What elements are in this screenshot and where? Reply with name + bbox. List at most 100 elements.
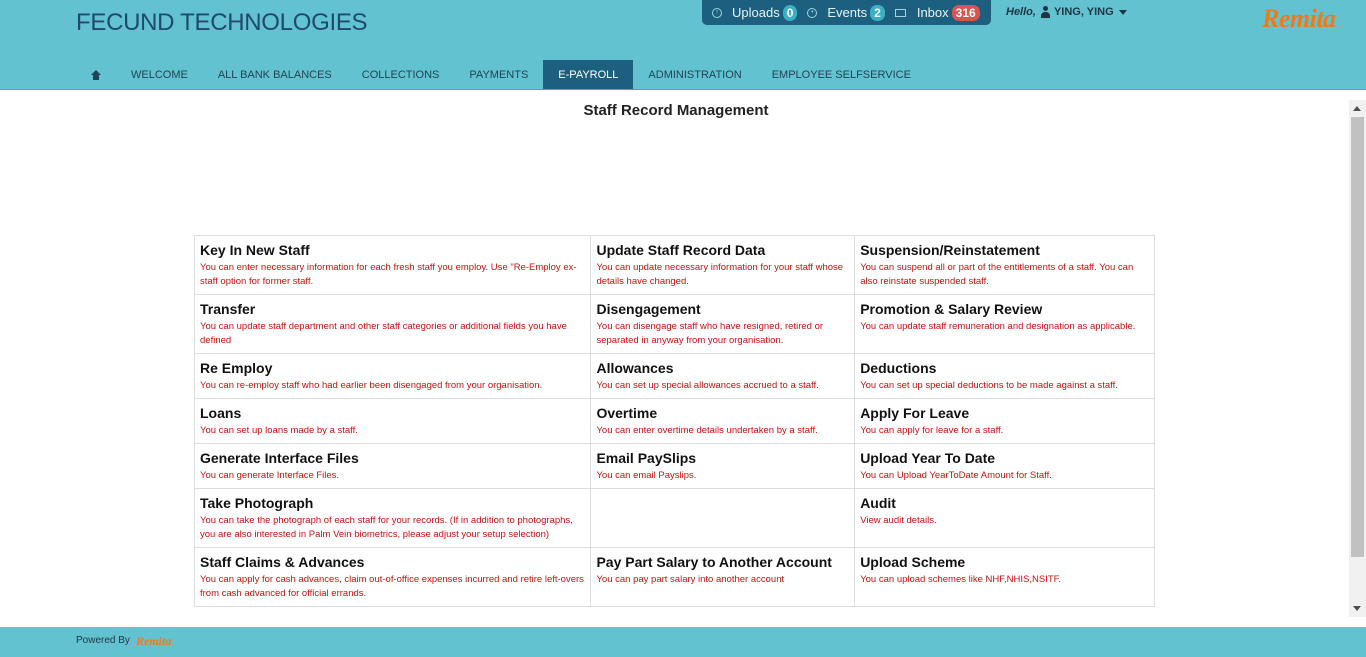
table-row: Staff Claims & Advances You can apply for… bbox=[193, 547, 1155, 607]
menu-cell[interactable]: Disengagement You can disengage staff who… bbox=[590, 294, 856, 354]
menu-item-title[interactable]: Upload Scheme bbox=[860, 554, 1149, 571]
menu-item-description: You can enter overtime details undertake… bbox=[596, 425, 818, 436]
nav-payments[interactable]: PAYMENTS bbox=[454, 60, 543, 89]
menu-item-title[interactable]: Promotion & Salary Review bbox=[860, 301, 1149, 318]
notification-bar: ↑ Uploads 0 • Events 2 Inbox 316 bbox=[702, 0, 991, 25]
menu-item-title[interactable]: Staff Claims & Advances bbox=[200, 554, 585, 571]
menu-item-title[interactable]: Deductions bbox=[860, 360, 1149, 377]
uploads-link[interactable]: ↑ Uploads 0 bbox=[712, 4, 798, 21]
user-menu[interactable]: Hello, YING, YING bbox=[1006, 6, 1127, 18]
menu-cell[interactable]: Deductions You can set up special deducti… bbox=[854, 353, 1155, 399]
menu-item-description: You can set up special allowances accrue… bbox=[596, 380, 819, 391]
menu-item-title[interactable]: Take Photograph bbox=[200, 495, 585, 512]
menu-item-title[interactable]: Email PaySlips bbox=[596, 450, 849, 467]
menu-cell[interactable]: Key In New Staff You can enter necessary … bbox=[193, 235, 592, 295]
scrollbar-thumb[interactable] bbox=[1351, 117, 1364, 557]
user-name: YING, YING bbox=[1053, 6, 1114, 18]
menu-item-description: You can set up special deductions to be … bbox=[860, 380, 1118, 391]
nav-employee-selfservice[interactable]: EMPLOYEE SELFSERVICE bbox=[757, 60, 926, 89]
menu-cell[interactable]: Loans You can set up loans made by a staf… bbox=[193, 398, 592, 444]
menu-cell[interactable]: Take Photograph You can take the photogra… bbox=[193, 488, 592, 548]
menu-item-description: You can enter necessary information for … bbox=[200, 262, 577, 287]
menu-cell[interactable]: Upload Year To Date You can Upload YearTo… bbox=[854, 443, 1155, 489]
menu-cell[interactable]: Re Employ You can re-employ staff who had… bbox=[193, 353, 592, 399]
menu-cell[interactable]: Allowances You can set up special allowan… bbox=[590, 353, 856, 399]
envelope-icon bbox=[894, 8, 906, 17]
scroll-down-icon[interactable] bbox=[1353, 606, 1361, 611]
powered-by-label: Powered By bbox=[76, 635, 130, 646]
menu-item-title[interactable]: Upload Year To Date bbox=[860, 450, 1149, 467]
brand-name: FECUND TECHNOLOGIES bbox=[76, 9, 368, 36]
menu-item-description: You can set up loans made by a staff. bbox=[200, 425, 358, 436]
menu-cell[interactable]: Staff Claims & Advances You can apply for… bbox=[193, 547, 592, 607]
upload-icon: ↑ bbox=[712, 7, 722, 18]
menu-cell[interactable]: Upload Scheme You can upload schemes like… bbox=[854, 547, 1155, 607]
menu-item-title[interactable]: Loans bbox=[200, 405, 585, 422]
vertical-scrollbar[interactable] bbox=[1349, 100, 1366, 617]
uploads-label: Uploads bbox=[732, 5, 780, 20]
nav-home[interactable] bbox=[76, 60, 116, 89]
nav-collections[interactable]: COLLECTIONS bbox=[347, 60, 455, 89]
menu-item-title[interactable]: Key In New Staff bbox=[200, 242, 585, 259]
menu-cell[interactable]: Update Staff Record Data You can update n… bbox=[590, 235, 856, 295]
table-row: Transfer You can update staff department … bbox=[193, 294, 1155, 354]
menu-item-description: You can re-employ staff who had earlier … bbox=[200, 380, 543, 391]
main-nav: WELCOME ALL BANK BALANCES COLLECTIONS PA… bbox=[76, 60, 926, 89]
remita-logo: Remita bbox=[1262, 4, 1336, 33]
nav-all-bank-balances[interactable]: ALL BANK BALANCES bbox=[203, 60, 347, 89]
home-icon bbox=[91, 69, 101, 80]
inbox-link[interactable]: Inbox 316 bbox=[894, 4, 980, 21]
menu-item-title[interactable]: Generate Interface Files bbox=[200, 450, 585, 467]
events-label: Events bbox=[827, 5, 868, 20]
menu-item-title[interactable]: Disengagement bbox=[596, 301, 849, 318]
menu-item-description: You can update necessary information for… bbox=[596, 262, 844, 287]
menu-item-title[interactable]: Allowances bbox=[596, 360, 849, 377]
menu-cell[interactable]: Generate Interface Files You can generate… bbox=[193, 443, 592, 489]
menu-cell[interactable]: Pay Part Salary to Another Account You ca… bbox=[590, 547, 856, 607]
menu-item-description: You can generate Interface Files. bbox=[200, 470, 340, 481]
menu-item-title[interactable]: Pay Part Salary to Another Account bbox=[596, 554, 849, 571]
menu-item-description: You can disengage staff who have resigne… bbox=[596, 321, 824, 346]
menu-item-title[interactable]: Audit bbox=[860, 495, 1149, 512]
menu-item-description: You can suspend all or part of the entit… bbox=[860, 262, 1134, 287]
menu-item-description: You can pay part salary into another acc… bbox=[596, 574, 785, 585]
menu-item-title[interactable]: Re Employ bbox=[200, 360, 585, 377]
table-row: Key In New Staff You can enter necessary … bbox=[193, 235, 1155, 295]
menu-cell[interactable]: Apply For Leave You can apply for leave f… bbox=[854, 398, 1155, 444]
menu-cell[interactable]: Suspension/Reinstatement You can suspend … bbox=[854, 235, 1155, 295]
menu-cell[interactable]: Email PaySlips You can email Payslips. bbox=[590, 443, 856, 489]
top-header: FECUND TECHNOLOGIES ↑ Uploads 0 • Events… bbox=[0, 0, 1366, 90]
menu-item-description: You can apply for cash advances, claim o… bbox=[200, 574, 584, 599]
menu-cell[interactable]: Audit View audit details. bbox=[854, 488, 1155, 548]
menu-item-description: You can upload schemes like NHF,NHIS,NSI… bbox=[860, 574, 1062, 585]
footer: Powered By Remita bbox=[0, 627, 1366, 657]
events-link[interactable]: • Events 2 bbox=[807, 4, 885, 21]
menu-cell[interactable]: Promotion & Salary Review You can update … bbox=[854, 294, 1155, 354]
table-row: Generate Interface Files You can generate… bbox=[193, 443, 1155, 489]
menu-item-description: You can apply for leave for a staff. bbox=[860, 425, 1004, 436]
menu-item-title[interactable]: Update Staff Record Data bbox=[596, 242, 849, 259]
clock-icon: • bbox=[807, 7, 818, 18]
nav-administration[interactable]: ADMINISTRATION bbox=[633, 60, 756, 89]
menu-item-title[interactable]: Transfer bbox=[200, 301, 585, 318]
table-row: Take Photograph You can take the photogra… bbox=[193, 488, 1155, 548]
menu-item-title[interactable]: Overtime bbox=[596, 405, 849, 422]
table-row: Re Employ You can re-employ staff who had… bbox=[193, 353, 1155, 399]
menu-item-title[interactable]: Apply For Leave bbox=[860, 405, 1149, 422]
nav-welcome[interactable]: WELCOME bbox=[116, 60, 203, 89]
nav-e-payroll[interactable]: E-PAYROLL bbox=[543, 60, 634, 89]
events-count-badge: 2 bbox=[870, 4, 885, 21]
scroll-up-icon[interactable] bbox=[1353, 106, 1361, 111]
menu-item-title[interactable]: Suspension/Reinstatement bbox=[860, 242, 1149, 259]
user-icon bbox=[1040, 6, 1051, 18]
uploads-count-badge: 0 bbox=[782, 4, 798, 21]
greeting: Hello, bbox=[1006, 6, 1036, 18]
menu-cell[interactable]: Overtime You can enter overtime details u… bbox=[590, 398, 856, 444]
menu-item-description: You can email Payslips. bbox=[596, 470, 697, 481]
menu-cell bbox=[590, 488, 856, 548]
caret-down-icon bbox=[1118, 9, 1127, 15]
menu-item-description: You can take the photograph of each staf… bbox=[200, 515, 573, 540]
table-row: Loans You can set up loans made by a staf… bbox=[193, 398, 1155, 444]
menu-cell[interactable]: Transfer You can update staff department … bbox=[193, 294, 592, 354]
footer-remita-logo: Remita bbox=[136, 634, 172, 648]
